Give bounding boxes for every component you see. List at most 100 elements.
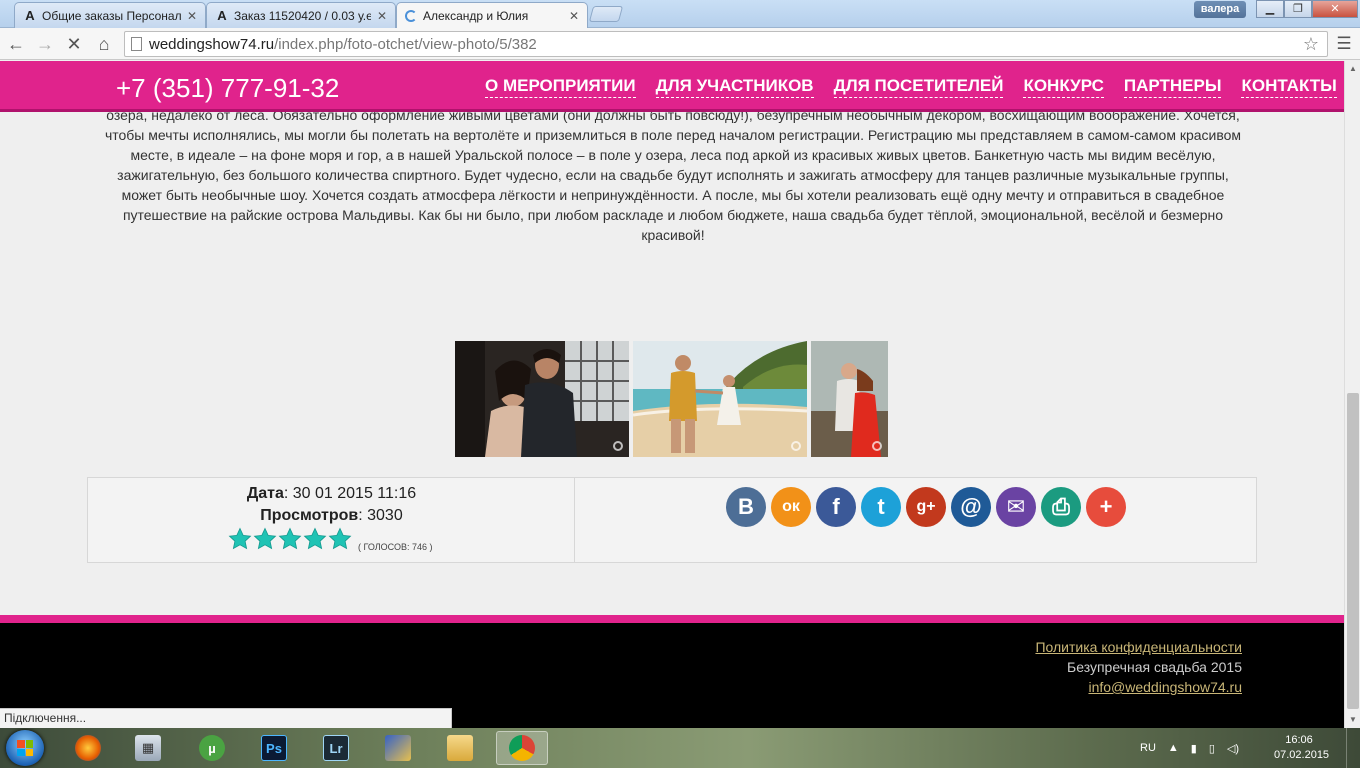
folder-icon	[447, 735, 473, 761]
home-button[interactable]: ⌂	[92, 32, 116, 56]
star-icon[interactable]	[303, 527, 327, 551]
taskbar-chrome[interactable]	[496, 731, 548, 765]
email-link[interactable]: info@weddingshow74.ru	[1088, 679, 1242, 695]
site-a-icon: А	[217, 7, 227, 23]
phone-number: +7 (351) 777-91-32	[116, 73, 340, 103]
back-button[interactable]: ←	[4, 32, 28, 56]
story-line: может быть необычные шоу. Хочется создат…	[121, 187, 1225, 203]
story-line: красивой!	[641, 227, 705, 243]
nav-participants[interactable]: ДЛЯ УЧАСТНИКОВ	[655, 75, 814, 98]
star-icon[interactable]	[328, 527, 352, 551]
volume-icon[interactable]: ◁)	[1227, 742, 1239, 755]
star-icon[interactable]	[278, 527, 302, 551]
main-nav: О МЕРОПРИЯТИИ ДЛЯ УЧАСТНИКОВ ДЛЯ ПОСЕТИТ…	[485, 75, 1337, 98]
close-icon[interactable]: ✕	[569, 9, 579, 23]
close-icon[interactable]: ✕	[187, 9, 197, 23]
minimize-button[interactable]: ▁	[1256, 0, 1284, 18]
story-line: зажигательную, без большого количества с…	[117, 167, 1229, 183]
lightroom-icon: Lr	[323, 735, 349, 761]
url-path: /index.php/foto-otchet/view-photo/5/382	[274, 35, 537, 53]
tab-alexander-yulia[interactable]: Александр и Юлия ✕	[396, 2, 588, 29]
nav-contest[interactable]: КОНКУРС	[1023, 75, 1104, 98]
photo-thumbnail[interactable]	[811, 341, 888, 457]
views-label: Просмотров	[260, 507, 359, 524]
copyright: Безупречная свадьба 2015	[1067, 659, 1242, 675]
clock[interactable]: 16:06 07.02.2015	[1274, 733, 1330, 763]
zoom-icon	[872, 441, 882, 451]
photoshop-icon: Ps	[261, 735, 287, 761]
maximize-button[interactable]: ❐	[1284, 0, 1312, 18]
stop-button[interactable]: ✕	[62, 32, 86, 56]
battery-icon[interactable]: ▯	[1209, 742, 1215, 755]
address-bar[interactable]: weddingshow74.ru/index.php/foto-otchet/v…	[124, 31, 1328, 57]
views-row: Просмотров: 3030	[88, 505, 575, 527]
network-icon[interactable]: ▮	[1191, 742, 1197, 755]
show-desktop-button[interactable]	[1346, 728, 1360, 768]
share-twitter-icon[interactable]: t	[861, 487, 901, 527]
tab-title: Общие заказы Персонал	[42, 8, 181, 23]
share-odnoklassniki-icon[interactable]: ок	[771, 487, 811, 527]
share-facebook-icon[interactable]: f	[816, 487, 856, 527]
profile-badge[interactable]: валера	[1194, 1, 1246, 18]
new-tab-button[interactable]	[588, 6, 624, 22]
site-a-icon: А	[25, 7, 35, 23]
share-vk-icon[interactable]: В	[726, 487, 766, 527]
chrome-icon	[509, 735, 535, 761]
chrome-menu-button[interactable]: ☰	[1334, 32, 1354, 56]
date-label: Дата	[246, 485, 284, 502]
tab-order-detail[interactable]: А Заказ 11520420 / 0.03 у.е. ✕	[206, 2, 396, 28]
scroll-down-icon[interactable]: ▼	[1345, 712, 1360, 728]
date-value: : 30 01 2015 11:16	[283, 485, 417, 502]
scroll-up-icon[interactable]: ▲	[1345, 61, 1360, 77]
photo-meta: Дата: 30 01 2015 11:16 Просмотров: 3030 …	[88, 478, 575, 562]
nav-visitors[interactable]: ДЛЯ ПОСЕТИТЕЛЕЙ	[833, 75, 1004, 98]
bookmark-star-icon[interactable]: ☆	[1303, 34, 1319, 55]
file-manager-icon	[385, 735, 411, 761]
close-window-button[interactable]: ✕	[1312, 0, 1358, 18]
clock-date: 07.02.2015	[1274, 749, 1330, 761]
browser-toolbar: ← → ✕ ⌂ weddingshow74.ru/index.php/foto-…	[0, 28, 1360, 60]
language-indicator[interactable]: RU	[1140, 742, 1156, 754]
photo-info-panel: Дата: 30 01 2015 11:16 Просмотров: 3030 …	[87, 477, 1257, 563]
scroll-thumb[interactable]	[1347, 393, 1359, 709]
browser-tab-strip: А Общие заказы Персонал ✕ А Заказ 115204…	[0, 0, 1360, 29]
loading-spinner-icon	[405, 10, 417, 22]
story-text: озера, недалеко от леса. Обязательно офо…	[96, 105, 1250, 245]
close-icon[interactable]: ✕	[377, 9, 387, 23]
nav-about[interactable]: О МЕРОПРИЯТИИ	[485, 75, 636, 98]
url-host: weddingshow74.ru	[149, 35, 275, 53]
photo-thumbnail[interactable]	[633, 341, 807, 457]
votes-count: ( ГОЛОСОВ: 746 )	[358, 542, 433, 552]
scrollbar[interactable]: ▲ ▼	[1344, 61, 1360, 728]
start-button[interactable]	[6, 730, 44, 766]
taskbar-photoshop[interactable]: Ps	[248, 731, 300, 765]
taskbar-calculator[interactable]: ▦	[122, 731, 174, 765]
privacy-link[interactable]: Политика конфиденциальности	[1035, 639, 1242, 655]
tab-orders-personal[interactable]: А Общие заказы Персонал ✕	[14, 2, 206, 28]
tray-expand-icon[interactable]: ▲	[1168, 742, 1179, 754]
share-buttons: Вок f t g+ @ ✉ ⎙ +	[726, 487, 1126, 527]
story-line: путешествие на райские острова Мальдивы.…	[122, 207, 1224, 223]
rating-stars[interactable]	[228, 527, 352, 551]
forward-button[interactable]: →	[33, 32, 57, 56]
taskbar-explorer[interactable]	[434, 731, 486, 765]
share-mail-ru-icon[interactable]: @	[951, 487, 991, 527]
nav-contacts[interactable]: КОНТАКТЫ	[1241, 75, 1337, 98]
nav-partners[interactable]: ПАРТНЕРЫ	[1123, 75, 1222, 98]
tab-title: Заказ 11520420 / 0.03 у.е.	[234, 8, 371, 23]
share-print-icon[interactable]: ⎙	[1041, 487, 1081, 527]
share-email-icon[interactable]: ✉	[996, 487, 1036, 527]
taskbar-utorrent[interactable]: µ	[186, 731, 238, 765]
footer-stripe	[0, 615, 1344, 623]
page-viewport: +7 (351) 777-91-32 О МЕРОПРИЯТИИ ДЛЯ УЧА…	[0, 61, 1344, 728]
date-row: Дата: 30 01 2015 11:16	[88, 483, 575, 505]
star-icon[interactable]	[253, 527, 277, 551]
photo-thumbnail[interactable]	[455, 341, 629, 457]
share-more-icon[interactable]: +	[1086, 487, 1126, 527]
share-google-plus-icon[interactable]: g+	[906, 487, 946, 527]
taskbar-file-manager[interactable]	[372, 731, 424, 765]
star-icon[interactable]	[228, 527, 252, 551]
taskbar-firefox[interactable]	[62, 731, 114, 765]
taskbar-lightroom[interactable]: Lr	[310, 731, 362, 765]
firefox-icon	[75, 735, 101, 761]
